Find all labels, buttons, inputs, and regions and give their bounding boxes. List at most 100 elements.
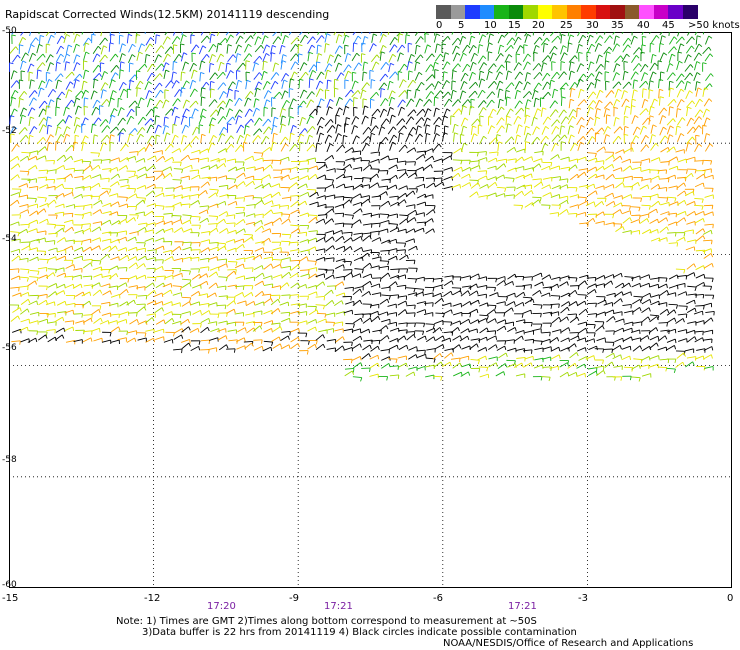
wind-barb xyxy=(686,307,697,314)
wind-barb xyxy=(524,330,534,335)
wind-barb xyxy=(307,284,317,290)
wind-barb xyxy=(560,61,566,71)
wind-barb xyxy=(614,291,624,298)
wind-barb xyxy=(29,320,39,325)
wind-barb xyxy=(200,165,211,170)
wind-barb xyxy=(181,296,192,302)
wind-barb xyxy=(488,116,493,126)
wind-barb xyxy=(182,241,192,247)
wind-barb xyxy=(407,70,413,80)
wind-barb xyxy=(533,82,542,91)
wind-barb xyxy=(378,228,389,233)
wind-barb xyxy=(100,89,107,99)
wind-barb xyxy=(342,105,350,116)
wind-barb xyxy=(541,165,551,171)
wind-barb xyxy=(361,115,369,125)
wind-barb xyxy=(613,272,623,278)
wind-barb xyxy=(632,197,643,203)
wind-barb xyxy=(129,231,139,236)
wind-barb xyxy=(192,309,202,315)
wind-barb xyxy=(162,289,173,296)
wind-barb xyxy=(390,268,400,274)
wind-barb xyxy=(558,195,569,201)
wind-barb xyxy=(54,334,65,341)
wind-barb xyxy=(523,173,533,178)
wind-barb xyxy=(91,174,102,179)
wind-barb xyxy=(507,327,517,333)
wind-barb xyxy=(703,329,714,335)
wind-barb xyxy=(145,190,156,197)
wind-barb xyxy=(504,54,513,63)
wind-barb xyxy=(164,256,174,262)
wind-barb xyxy=(498,296,508,301)
wind-barb xyxy=(29,256,39,262)
wind-barb xyxy=(289,182,299,189)
wind-barb xyxy=(523,44,528,54)
x-tick-label: 0 xyxy=(727,593,734,604)
wind-barb xyxy=(396,160,407,166)
wind-barb xyxy=(425,323,435,329)
wind-barb xyxy=(11,34,16,44)
wind-barb xyxy=(659,226,669,233)
wind-barb xyxy=(335,114,340,125)
wind-barb xyxy=(603,280,614,287)
wind-barb xyxy=(615,318,625,323)
wind-barb xyxy=(496,319,507,324)
wind-barb xyxy=(279,156,290,162)
wind-barb xyxy=(236,62,246,71)
wind-barb xyxy=(308,216,318,224)
wind-barb xyxy=(180,52,188,62)
wind-barb xyxy=(39,124,47,133)
wind-barb xyxy=(10,80,20,88)
time-label: 17:20 xyxy=(207,601,236,612)
wind-barb xyxy=(560,156,570,162)
wind-barb xyxy=(378,325,389,332)
wind-barb xyxy=(397,132,404,142)
wind-barb xyxy=(47,256,57,261)
wind-barb xyxy=(27,197,37,203)
wind-barb xyxy=(344,214,354,220)
wind-barb xyxy=(624,147,634,153)
wind-barb xyxy=(424,148,434,153)
wind-barb xyxy=(55,79,62,89)
wind-barb xyxy=(117,247,128,252)
wind-barb xyxy=(56,255,67,261)
wind-barb xyxy=(243,133,251,143)
wind-barb xyxy=(361,142,370,152)
wind-barb xyxy=(658,217,669,223)
wind-barb xyxy=(20,70,26,80)
wind-barb xyxy=(47,321,57,326)
wind-barb xyxy=(605,154,615,161)
wind-barb xyxy=(126,115,135,125)
wind-barb xyxy=(316,116,325,126)
wind-barb xyxy=(145,317,155,324)
wind-barb xyxy=(433,81,442,90)
wind-barb xyxy=(147,289,157,297)
wind-barb xyxy=(136,133,144,143)
wind-barb xyxy=(687,293,697,298)
wind-barb xyxy=(280,335,290,341)
wind-barb xyxy=(549,52,557,62)
wind-barb xyxy=(531,136,541,145)
wind-barb xyxy=(172,201,182,207)
wind-barb xyxy=(551,329,562,334)
wind-barb xyxy=(496,80,504,90)
wind-barb xyxy=(694,43,703,53)
wind-barb xyxy=(433,96,439,107)
wind-barb xyxy=(588,190,598,197)
wind-barb xyxy=(370,283,381,288)
wind-barb xyxy=(559,125,566,135)
wind-barb xyxy=(316,105,322,116)
wind-barb xyxy=(388,157,398,163)
wind-barb xyxy=(246,204,256,209)
wind-barb xyxy=(128,262,139,269)
wind-barb xyxy=(289,132,295,143)
wind-barb xyxy=(444,348,454,353)
wind-barb xyxy=(550,346,561,352)
wind-barb xyxy=(495,53,504,62)
wind-barb xyxy=(586,276,597,282)
wind-barb xyxy=(666,118,676,126)
wind-barb xyxy=(254,199,264,206)
wind-barb xyxy=(55,97,62,108)
wind-barb xyxy=(522,53,531,62)
